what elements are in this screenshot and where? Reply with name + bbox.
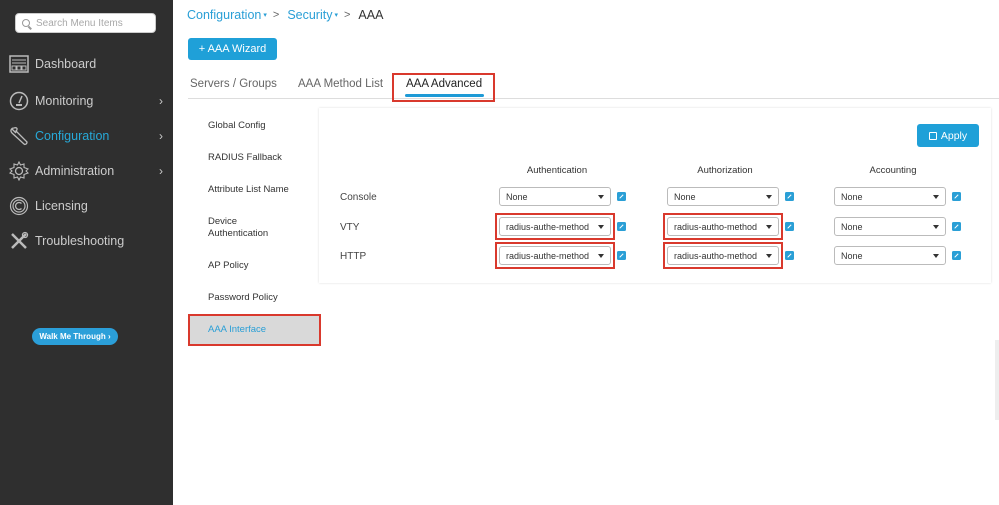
sidebar-item-dashboard[interactable]: Dashboard bbox=[0, 49, 173, 79]
sidebar-item-administration[interactable]: Administration › bbox=[0, 156, 173, 186]
sidebar-item-label: Troubleshooting bbox=[35, 234, 125, 248]
subnav-radius-fallback[interactable]: RADIUS Fallback bbox=[208, 152, 282, 164]
chevron-right-icon: › bbox=[159, 94, 163, 108]
search-icon bbox=[22, 19, 30, 27]
http-accounting-select[interactable]: None bbox=[834, 246, 946, 265]
scrollbar[interactable] bbox=[995, 340, 999, 420]
apply-label: Apply bbox=[940, 129, 968, 142]
external-link-icon[interactable] bbox=[785, 192, 794, 201]
search-menu-input[interactable] bbox=[36, 17, 146, 29]
console-authentication-select[interactable]: None bbox=[499, 187, 611, 206]
subnav-ap-policy[interactable]: AP Policy bbox=[208, 260, 248, 272]
breadcrumb-separator: > bbox=[343, 9, 351, 21]
sidebar-item-label: Licensing bbox=[35, 199, 88, 213]
console-accounting-select[interactable]: None bbox=[834, 187, 946, 206]
subnav-password-policy[interactable]: Password Policy bbox=[208, 292, 278, 304]
breadcrumb-separator: > bbox=[272, 9, 280, 21]
tab-servers-groups[interactable]: Servers / Groups bbox=[190, 78, 277, 90]
row-label-console: Console bbox=[340, 192, 377, 203]
dashboard-icon bbox=[8, 53, 30, 75]
select-value: None bbox=[506, 191, 528, 202]
chevron-right-icon: › bbox=[159, 164, 163, 178]
walk-me-through-button[interactable]: Walk Me Through › bbox=[32, 328, 118, 345]
console-authorization-select[interactable]: None bbox=[667, 187, 779, 206]
caret-down-icon bbox=[933, 254, 939, 258]
sidebar-item-troubleshooting[interactable]: Troubleshooting bbox=[0, 226, 173, 256]
aaa-wizard-button[interactable]: + AAA Wizard bbox=[188, 38, 277, 60]
breadcrumb-configuration[interactable]: Configuration bbox=[187, 8, 261, 22]
external-link-icon[interactable] bbox=[952, 192, 961, 201]
subnav-global-config[interactable]: Global Config bbox=[208, 120, 266, 132]
caret-down-icon[interactable]: ▾ bbox=[334, 11, 338, 19]
caret-down-icon[interactable]: ▾ bbox=[263, 11, 267, 19]
external-link-icon[interactable] bbox=[952, 222, 961, 231]
sidebar-item-label: Dashboard bbox=[35, 57, 97, 71]
caret-down-icon bbox=[933, 225, 939, 229]
sidebar-item-configuration[interactable]: Configuration › bbox=[0, 121, 173, 151]
apply-button[interactable]: Apply bbox=[917, 124, 979, 147]
external-link-icon[interactable] bbox=[617, 192, 626, 201]
column-header-authentication: Authentication bbox=[526, 165, 588, 176]
highlight-box bbox=[188, 314, 321, 346]
sidebar-item-label: Administration bbox=[35, 164, 115, 178]
external-link-icon[interactable] bbox=[617, 251, 626, 260]
select-value: None bbox=[674, 191, 696, 202]
caret-down-icon bbox=[598, 195, 604, 199]
gear-icon bbox=[8, 160, 30, 182]
subnav-label-line2: Authentication bbox=[208, 228, 269, 239]
highlight-box bbox=[392, 73, 495, 102]
row-label-http: HTTP bbox=[340, 251, 367, 262]
tools-icon bbox=[8, 230, 30, 252]
gauge-icon bbox=[8, 90, 30, 112]
external-link-icon[interactable] bbox=[952, 251, 961, 260]
external-link-icon[interactable] bbox=[785, 222, 794, 231]
select-value: None bbox=[841, 250, 863, 261]
breadcrumb-security[interactable]: Security bbox=[287, 8, 332, 22]
sidebar-item-label: Monitoring bbox=[35, 94, 94, 108]
main-content: Configuration ▾ > Security ▾ > AAA + AAA… bbox=[173, 0, 999, 505]
license-icon bbox=[8, 195, 30, 217]
column-header-accounting: Accounting bbox=[869, 165, 917, 176]
caret-down-icon bbox=[933, 195, 939, 199]
highlight-box bbox=[495, 242, 615, 269]
highlight-box bbox=[495, 213, 615, 240]
breadcrumb-current: AAA bbox=[358, 8, 384, 22]
select-value: None bbox=[841, 191, 863, 202]
highlight-box bbox=[663, 242, 783, 269]
save-icon bbox=[928, 131, 937, 140]
sidebar-item-monitoring[interactable]: Monitoring › bbox=[0, 86, 173, 116]
select-value: None bbox=[841, 221, 863, 232]
vty-accounting-select[interactable]: None bbox=[834, 217, 946, 236]
tab-aaa-method-list[interactable]: AAA Method List bbox=[298, 78, 383, 90]
highlight-box bbox=[663, 213, 783, 240]
chevron-right-icon: › bbox=[159, 129, 163, 143]
wrench-icon bbox=[8, 125, 30, 147]
aaa-interface-panel: Apply Authentication Authorization Accou… bbox=[319, 108, 991, 283]
external-link-icon[interactable] bbox=[785, 251, 794, 260]
subnav-attribute-list-name[interactable]: Attribute List Name bbox=[208, 184, 289, 196]
sidebar-item-label: Configuration bbox=[35, 129, 110, 143]
caret-down-icon bbox=[766, 195, 772, 199]
subnav-label-line1: Device bbox=[208, 216, 238, 227]
tab-bar: Servers / Groups AAA Method List AAA Adv… bbox=[188, 72, 999, 99]
external-link-icon[interactable] bbox=[617, 222, 626, 231]
subnav-device-authentication[interactable]: Device Authentication bbox=[208, 216, 268, 240]
column-header-authorization: Authorization bbox=[697, 165, 753, 176]
sidebar-item-licensing[interactable]: Licensing bbox=[0, 191, 173, 221]
search-menu-input-wrap[interactable] bbox=[15, 13, 156, 33]
row-label-vty: VTY bbox=[340, 222, 360, 233]
sidebar: Dashboard Monitoring › Configuration › A… bbox=[0, 0, 173, 505]
breadcrumb: Configuration ▾ > Security ▾ > AAA bbox=[187, 8, 383, 22]
